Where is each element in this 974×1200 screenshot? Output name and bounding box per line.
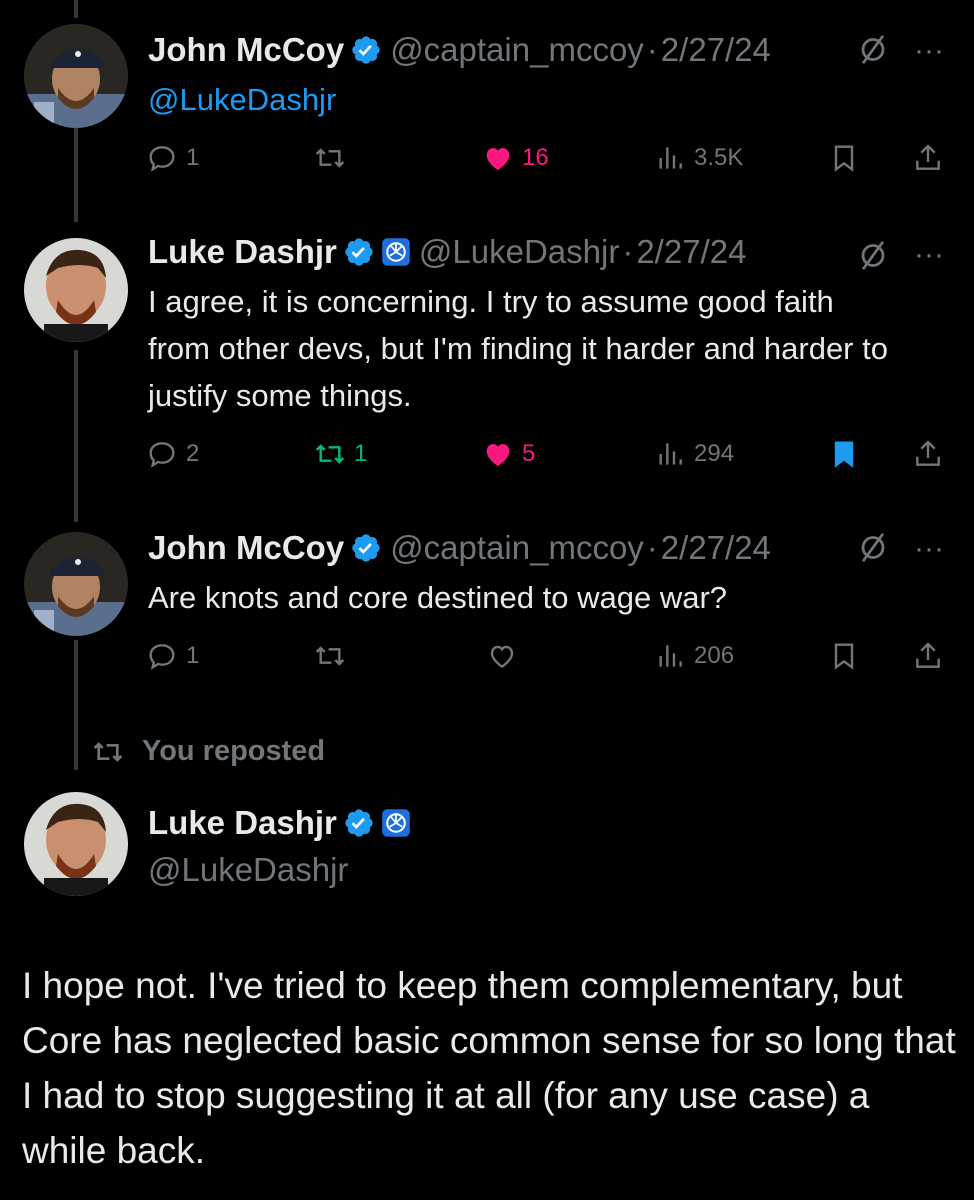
author-handle[interactable]: @LukeDashjr bbox=[148, 850, 348, 890]
separator-dot: · bbox=[622, 233, 634, 270]
repost-banner: You reposted bbox=[92, 735, 325, 768]
share-button[interactable] bbox=[912, 636, 944, 676]
grok-icon[interactable] bbox=[858, 238, 888, 272]
avatar[interactable] bbox=[24, 792, 128, 896]
like-count: 16 bbox=[522, 144, 549, 171]
views-icon bbox=[659, 645, 682, 667]
reply-icon bbox=[149, 442, 175, 468]
bookmark-button[interactable] bbox=[828, 434, 860, 474]
author-name[interactable]: John McCoy bbox=[148, 30, 344, 70]
author-handle[interactable]: @captain_mccoy bbox=[390, 30, 644, 70]
verified-badge-icon bbox=[343, 236, 375, 268]
reply-button[interactable]: 2 bbox=[146, 434, 199, 474]
bookmark-button[interactable] bbox=[828, 138, 860, 178]
bookmark-icon bbox=[834, 441, 854, 468]
repost-button[interactable]: 1 bbox=[314, 434, 367, 474]
tweet-text: Are knots and core destined to wage war? bbox=[148, 580, 728, 615]
tweet-header: Luke Dashjr bbox=[148, 803, 411, 843]
tweet-header: John McCoy @captain_mccoy · 2/27/24 bbox=[148, 30, 771, 70]
more-icon[interactable]: ··· bbox=[914, 534, 944, 564]
views-count: 3.5K bbox=[694, 144, 744, 171]
reply-count: 2 bbox=[186, 440, 200, 467]
repost-icon bbox=[315, 148, 345, 168]
grok-icon[interactable] bbox=[858, 32, 888, 66]
share-button[interactable] bbox=[912, 434, 944, 474]
like-icon bbox=[486, 148, 510, 170]
reply-count: 1 bbox=[186, 144, 200, 171]
author-name[interactable]: Luke Dashjr bbox=[148, 232, 337, 272]
share-icon bbox=[916, 642, 940, 668]
thread-line bbox=[74, 640, 78, 770]
bookmark-icon bbox=[834, 145, 854, 172]
repost-count: 1 bbox=[354, 440, 368, 467]
separator-dot: · bbox=[646, 31, 658, 68]
views-count: 206 bbox=[694, 642, 735, 669]
repost-button[interactable] bbox=[314, 138, 354, 178]
bookmark-button[interactable] bbox=[828, 636, 860, 676]
reply-icon bbox=[149, 146, 175, 172]
repost-icon bbox=[315, 444, 345, 464]
views-icon bbox=[659, 147, 682, 169]
author-handle-row: @LukeDashjr bbox=[148, 850, 348, 890]
tweet-mention: @LukeDashjr bbox=[148, 76, 948, 123]
like-button[interactable]: 16 bbox=[482, 138, 549, 178]
reply-icon bbox=[149, 644, 175, 670]
reply-button[interactable]: 1 bbox=[146, 636, 199, 676]
like-icon bbox=[490, 645, 514, 669]
like-icon bbox=[486, 444, 510, 466]
avatar[interactable] bbox=[24, 24, 128, 128]
share-button[interactable] bbox=[912, 138, 944, 178]
tweet-actions: 2 1 5 294 bbox=[146, 434, 946, 474]
thread-line bbox=[74, 0, 78, 18]
tweet-date[interactable]: 2/27/24 bbox=[661, 528, 771, 568]
views-count: 294 bbox=[694, 440, 735, 467]
author-handle[interactable]: @LukeDashjr bbox=[419, 232, 619, 272]
tweet-header: Luke Dashjr @LukeDashjr · 2/27/24 bbox=[148, 232, 746, 272]
repost-banner-label: You reposted bbox=[142, 735, 326, 767]
mention-link[interactable]: @LukeDashjr bbox=[148, 82, 336, 117]
affiliate-badge-icon[interactable] bbox=[381, 237, 411, 267]
author-name[interactable]: John McCoy bbox=[148, 528, 344, 568]
more-icon[interactable]: ··· bbox=[914, 240, 944, 270]
repost-icon bbox=[93, 741, 123, 762]
repost-button[interactable] bbox=[314, 636, 354, 676]
verified-badge-icon bbox=[343, 807, 375, 839]
tweet-date[interactable]: 2/27/24 bbox=[636, 232, 746, 272]
reply-count: 1 bbox=[186, 642, 200, 669]
like-button[interactable]: 5 bbox=[482, 434, 535, 474]
repost-icon bbox=[315, 646, 345, 666]
views-icon bbox=[659, 443, 682, 465]
more-icon[interactable]: ··· bbox=[914, 36, 944, 66]
main-tweet-text: I hope not. I've tried to keep them comp… bbox=[22, 965, 956, 1171]
tweet-text: I agree, it is concerning. I try to assu… bbox=[148, 284, 888, 413]
verified-badge-icon bbox=[350, 532, 382, 564]
thread-line bbox=[74, 350, 78, 522]
like-button[interactable] bbox=[486, 636, 526, 676]
tweet-date[interactable]: 2/27/24 bbox=[661, 30, 771, 70]
thread-line bbox=[74, 128, 78, 222]
views-button[interactable]: 3.5K bbox=[654, 138, 743, 178]
affiliate-badge-icon[interactable] bbox=[381, 808, 411, 838]
reply-button[interactable]: 1 bbox=[146, 138, 199, 178]
avatar[interactable] bbox=[24, 532, 128, 636]
tweet-header: John McCoy @captain_mccoy · 2/27/24 bbox=[148, 528, 771, 568]
like-count: 5 bbox=[522, 440, 536, 467]
verified-badge-icon bbox=[350, 34, 382, 66]
views-button[interactable]: 294 bbox=[654, 434, 734, 474]
separator-dot: · bbox=[646, 529, 658, 566]
tweet-actions: 1 206 bbox=[146, 636, 946, 676]
share-icon bbox=[916, 440, 940, 466]
share-icon bbox=[916, 144, 940, 170]
bookmark-icon bbox=[834, 643, 854, 670]
author-name[interactable]: Luke Dashjr bbox=[148, 803, 337, 843]
grok-icon[interactable] bbox=[858, 530, 888, 564]
tweet-actions: 1 16 3.5K bbox=[146, 138, 946, 178]
views-button[interactable]: 206 bbox=[654, 636, 734, 676]
avatar[interactable] bbox=[24, 238, 128, 342]
author-handle[interactable]: @captain_mccoy bbox=[390, 528, 644, 568]
